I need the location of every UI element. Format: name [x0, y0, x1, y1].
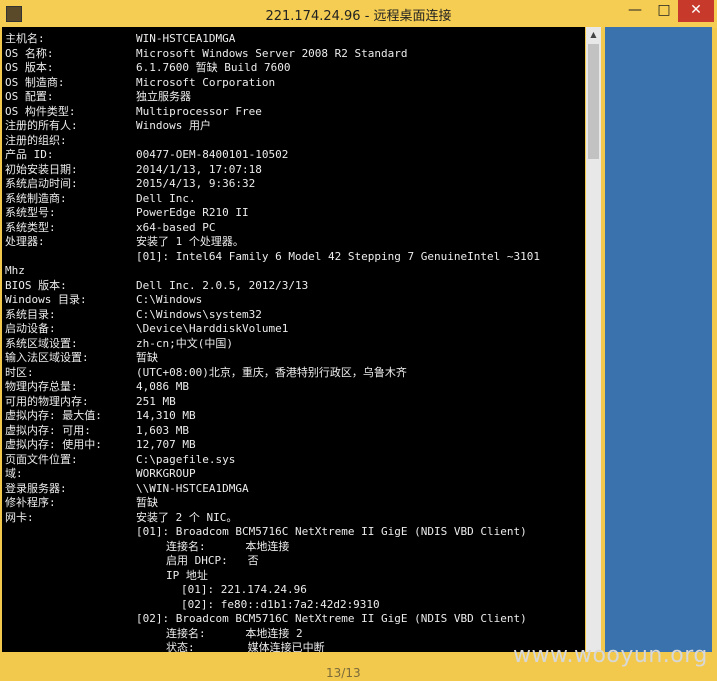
console-key: 主机名:: [5, 32, 45, 45]
console-value: C:\pagefile.sys: [136, 452, 236, 466]
console-value: 独立服务器: [136, 90, 191, 103]
console-value: 安装了 1 个处理器。: [136, 235, 244, 248]
command-console[interactable]: 主机名: WIN-HSTCEA1DMGA OS 名称: Microsoft Windo…: [2, 27, 585, 652]
minimize-button[interactable]: —: [620, 0, 650, 22]
console-value: Microsoft Windows Server 2008 R2 Standar…: [136, 46, 408, 60]
console-value: 安装了 2 个 NIC。: [136, 510, 238, 524]
console-value: [01]: 221.174.24.96: [181, 583, 307, 596]
remote-desktop-background: [605, 27, 712, 652]
console-key: Windows 目录:: [5, 293, 87, 306]
console-value: 12,707 MB: [136, 438, 196, 451]
console-value: IP 地址: [166, 568, 208, 582]
console-value: (UTC+08:00)北京，重庆，香港特别行政区，乌鲁木齐: [136, 365, 407, 379]
console-value: 2015/4/13, 9:36:32: [136, 177, 256, 190]
console-value: 连接名: 本地连接 2: [166, 626, 303, 640]
console-key: 域:: [5, 467, 23, 480]
console-key: 处理器:: [5, 235, 45, 248]
console-value: C:\Windows\system32: [136, 307, 262, 321]
console-key: 输入法区域设置:: [5, 351, 89, 364]
scroll-up-icon[interactable]: ▲: [586, 27, 601, 42]
console-value: PowerEdge R210 II: [136, 206, 249, 219]
vertical-scrollbar[interactable]: ▲: [586, 27, 601, 652]
console-key: 登录服务器:: [5, 481, 67, 495]
console-key: 注册的组织:: [5, 133, 67, 147]
console-value: 暂缺: [136, 496, 158, 509]
console-value: WIN-HSTCEA1DMGA: [136, 32, 236, 45]
console-value: Microsoft Corporation: [136, 75, 276, 89]
console-key: 修补程序:: [5, 496, 56, 509]
maximize-button[interactable]: □: [650, 0, 678, 22]
console-value: 状态: 媒体连接已中断: [166, 641, 325, 652]
close-button[interactable]: ✕: [678, 0, 714, 22]
console-value: 1,603 MB: [136, 423, 189, 437]
console-key: BIOS 版本:: [5, 278, 67, 292]
console-key: 产品 ID:: [5, 148, 54, 161]
console-value: Dell Inc.: [136, 191, 196, 205]
console-value: [02]: Broadcom BCM5716C NetXtreme II Gig…: [136, 612, 527, 625]
console-value: 00477-OEM-8400101-10502: [136, 148, 289, 161]
console-value: 暂缺: [136, 351, 158, 364]
console-key: 系统启动时间:: [5, 177, 78, 190]
console-key: 系统区域设置:: [5, 336, 78, 350]
console-key: OS 配置:: [5, 90, 54, 103]
console-value: C:\Windows: [136, 293, 203, 306]
console-key: 系统制造商:: [5, 191, 67, 205]
console-value: 2014/1/13, 17:07:18: [136, 162, 262, 176]
watermark: www.wooyun.org: [513, 643, 708, 668]
console-key: OS 构件类型:: [5, 104, 76, 118]
console-key: 页面文件位置:: [5, 452, 78, 466]
console-key: 物理内存总量:: [5, 380, 78, 393]
console-key: OS 版本:: [5, 61, 54, 74]
remote-desktop-window: 221.174.24.96 - 远程桌面连接 — □ ✕ 主机名: WIN-HST…: [0, 0, 717, 681]
window-title: 221.174.24.96 - 远程桌面连接: [265, 9, 452, 24]
console-key: 系统目录:: [5, 307, 56, 321]
console-value: \Device\HarddiskVolume1: [136, 322, 289, 335]
console-key: 虚拟内存: 最大值:: [5, 409, 102, 422]
console-value: [01]: Broadcom BCM5716C NetXtreme II Gig…: [136, 525, 527, 538]
console-key: OS 名称:: [5, 46, 54, 60]
console-value: 6.1.7600 暂缺 Build 7600: [136, 61, 291, 74]
console-value: 连接名: 本地连接: [166, 539, 290, 553]
console-value: 启用 DHCP: 否: [166, 554, 259, 567]
console-value: WORKGROUP: [136, 467, 196, 480]
console-value: Windows 用户: [136, 119, 211, 132]
console-key: 可用的物理内存:: [5, 394, 89, 408]
scroll-thumb[interactable]: [588, 44, 599, 159]
console-key: 时区:: [5, 365, 34, 379]
console-key: 初始安装日期:: [5, 162, 78, 176]
console-key: 虚拟内存: 使用中:: [5, 438, 102, 451]
console-key: Mhz: [5, 264, 25, 277]
console-value: zh-cn;中文(中国): [136, 336, 233, 350]
console-key: OS 制造商:: [5, 75, 65, 89]
console-value: 4,086 MB: [136, 380, 189, 393]
console-value: 14,310 MB: [136, 409, 196, 422]
console-value: \\WIN-HSTCEA1DMGA: [136, 481, 249, 495]
console-value: [02]: fe80::d1b1:7a2:42d2:9310: [181, 597, 380, 611]
console-value: x64-based PC: [136, 220, 216, 234]
console-key: 网卡:: [5, 510, 34, 524]
console-key: 虚拟内存: 可用:: [5, 423, 91, 437]
title-bar[interactable]: 221.174.24.96 - 远程桌面连接 — □ ✕: [0, 0, 717, 28]
console-key: 启动设备:: [5, 322, 56, 335]
console-key: 系统型号:: [5, 206, 56, 219]
console-value: Multiprocessor Free: [136, 104, 262, 118]
page-indicator: 13/13: [326, 666, 361, 680]
console-value: Dell Inc. 2.0.5, 2012/3/13: [136, 278, 309, 292]
console-key: 注册的所有人:: [5, 119, 78, 132]
console-value: [01]: Intel64 Family 6 Model 42 Stepping…: [136, 249, 540, 263]
console-value: 251 MB: [136, 394, 176, 408]
console-key: 系统类型:: [5, 220, 56, 234]
